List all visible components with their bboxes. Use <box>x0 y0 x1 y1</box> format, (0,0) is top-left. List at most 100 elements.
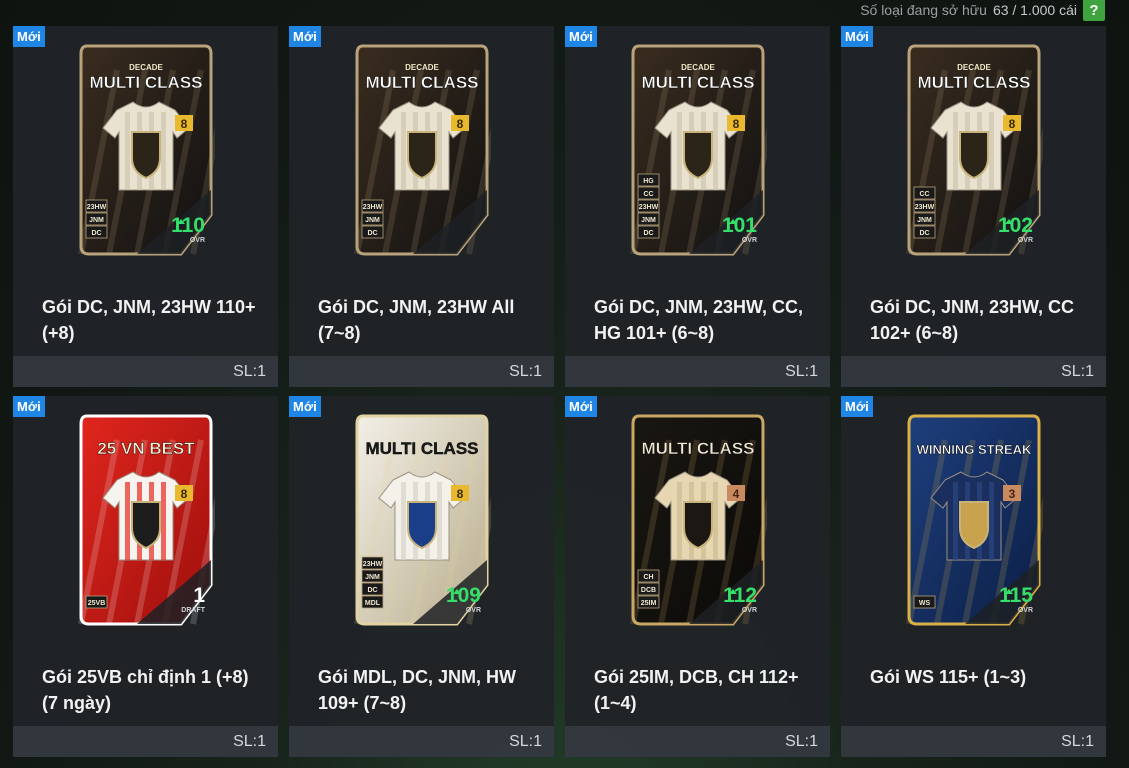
new-badge: Mới <box>841 26 873 47</box>
pack-footer: SL:1 <box>565 726 830 757</box>
card-rating-label: OVR <box>190 237 205 244</box>
card-tag: JNM <box>89 217 104 224</box>
pack-card-image: 25 VN BEST 8 25VB 1 DRAFT <box>77 410 215 630</box>
card-tag: 23HW <box>363 204 383 211</box>
card-tag: JNM <box>365 217 380 224</box>
new-badge: Mới <box>13 26 45 47</box>
pack-card[interactable]: Mới WINNING STREAK 3 WS 115 OVR Gói WS 115+ … <box>841 396 1106 757</box>
pack-name: Gói DC, JNM, 23HW, CC, HG 101+ (6~8) <box>594 297 804 343</box>
card-tag: JNM <box>641 217 656 224</box>
pack-footer: SL:1 <box>289 726 554 757</box>
card-tag: CC <box>919 191 929 198</box>
card-tag: MDL <box>365 600 381 607</box>
card-grade: 8 <box>181 487 188 501</box>
card-rating-label: OVR <box>742 237 757 244</box>
pack-quantity: SL:1 <box>785 363 818 380</box>
card-rating: 110 <box>171 214 205 237</box>
pack-quantity: SL:1 <box>509 733 542 750</box>
pack-name: Gói DC, JNM, 23HW, CC 102+ (6~8) <box>870 297 1075 343</box>
card-tag: DC <box>367 587 377 594</box>
card-grade: 8 <box>457 487 464 501</box>
pack-footer: SL:1 <box>289 356 554 387</box>
pack-card-art: MULTI CLASS 8 23HW JNM DC MDL 109OVR <box>354 414 491 626</box>
pack-card[interactable]: Mới 25 VN BEST 8 25VB 1 DRAFT Gói 25VB chỉ đ… <box>13 396 278 757</box>
card-tag: 25IM <box>641 600 657 607</box>
card-top-label: DECADE <box>681 63 715 72</box>
card-grade: 8 <box>733 117 740 131</box>
card-tag: 25VB <box>88 600 106 607</box>
pack-quantity: SL:1 <box>785 733 818 750</box>
card-rating-label: OVR <box>466 607 481 614</box>
card-title: MULTI CLASS <box>641 73 754 92</box>
pack-card-art: MULTI CLASS 4 CH DCB 25IM 112OVR <box>630 414 767 626</box>
pack-card[interactable]: Mới DECADE MULTI CLASS 8 HG CC 23HW JNM DC 101 OV… <box>565 26 830 387</box>
card-tag: JNM <box>917 217 932 224</box>
card-tag: 23HW <box>87 204 107 211</box>
new-badge: Mới <box>13 396 45 417</box>
card-rating-label: DRAFT <box>181 607 205 614</box>
pack-name: Gói DC, JNM, 23HW 110+ (+8) <box>42 297 256 343</box>
owned-counter: Số loại đang sở hữu 63 / 1.000 cái ? <box>860 0 1105 21</box>
pack-card-image: DECADE MULTI CLASS 8 23HW JNM DC 110 OVR <box>77 40 215 260</box>
card-title: MULTI CLASS <box>89 73 202 92</box>
pack-card-art: DECADEMULTI CLASS 8 HG CC 23HW JNM DC 101OVR <box>630 44 767 256</box>
pack-name: Gói 25IM, DCB, CH 112+ (1~4) <box>594 667 799 713</box>
pack-footer: SL:1 <box>565 356 830 387</box>
card-tag: DC <box>91 230 101 237</box>
help-button[interactable]: ? <box>1083 0 1105 21</box>
owned-label: Số loại đang sở hữu <box>860 2 987 18</box>
pack-card-image: MULTI CLASS 4 CH DCB 25IM 112 OVR <box>629 410 767 630</box>
new-badge: Mới <box>289 26 321 47</box>
card-tag: DCB <box>641 587 656 594</box>
card-tag: DC <box>643 230 653 237</box>
pack-quantity: SL:1 <box>233 363 266 380</box>
card-grade: 8 <box>1009 117 1016 131</box>
pack-card[interactable]: Mới DECADE MULTI CLASS 8 23HW JNM DC Gói DC, … <box>289 26 554 387</box>
pack-footer: SL:1 <box>13 356 278 387</box>
pack-name: Gói WS 115+ (1~3) <box>870 667 1027 687</box>
new-badge: Mới <box>841 396 873 417</box>
new-badge: Mới <box>565 26 597 47</box>
pack-footer: SL:1 <box>13 726 278 757</box>
card-tag: CC <box>643 191 653 198</box>
pack-card[interactable]: Mới MULTI CLASS 4 CH DCB 25IM 112 OVR Gói 25IM… <box>565 396 830 757</box>
card-tag: HG <box>643 178 654 185</box>
pack-quantity: SL:1 <box>509 363 542 380</box>
pack-footer: SL:1 <box>841 726 1106 757</box>
card-rating: 112 <box>723 584 757 607</box>
pack-card-image: DECADE MULTI CLASS 8 CC 23HW JNM DC 102 OVR <box>905 40 1043 260</box>
card-rating: 1 <box>193 584 205 607</box>
owned-count: 63 / 1.000 cái <box>992 2 1077 18</box>
card-rating-label: OVR <box>1018 237 1033 244</box>
card-grade: 3 <box>1009 487 1016 501</box>
pack-card-art: DECADEMULTI CLASS 8 23HW JNM DC <box>354 44 491 256</box>
card-title: MULTI CLASS <box>917 73 1030 92</box>
new-badge: Mới <box>565 396 597 417</box>
pack-quantity: SL:1 <box>233 733 266 750</box>
pack-card[interactable]: Mới MULTI CLASS 8 23HW JNM DC MDL 109 OVR Gói M… <box>289 396 554 757</box>
pack-footer: SL:1 <box>841 356 1106 387</box>
card-grade: 8 <box>181 117 188 131</box>
card-tag: JNM <box>365 574 380 581</box>
card-tag: 23HW <box>915 204 935 211</box>
card-rating: 115 <box>999 584 1033 607</box>
card-top-label: DECADE <box>129 63 163 72</box>
card-rating: 101 <box>722 214 757 237</box>
pack-card[interactable]: Mới DECADE MULTI CLASS 8 CC 23HW JNM DC 102 OVR … <box>841 26 1106 387</box>
pack-name: Gói 25VB chỉ định 1 (+8) (7 ngày) <box>42 667 249 713</box>
card-rating-label: OVR <box>1018 607 1033 614</box>
card-rating-label: OVR <box>742 607 757 614</box>
pack-card-image: DECADE MULTI CLASS 8 HG CC 23HW JNM DC 101 OVR <box>629 40 767 260</box>
card-title: WINNING STREAK <box>917 442 1032 457</box>
card-tag: DC <box>919 230 929 237</box>
pack-quantity: SL:1 <box>1061 363 1094 380</box>
pack-card[interactable]: Mới DECADE MULTI CLASS 8 23HW JNM DC 110 OVR Gó… <box>13 26 278 387</box>
card-rating: 109 <box>446 584 481 607</box>
card-top-label: DECADE <box>405 63 439 72</box>
pack-card-image: DECADE MULTI CLASS 8 23HW JNM DC <box>353 40 491 260</box>
pack-card-art: DECADEMULTI CLASS 8 23HW JNM DC 110OVR <box>78 44 215 256</box>
card-title: MULTI CLASS <box>641 439 754 458</box>
pack-card-art: 25 VN BEST 8 25VB 1DRAFT <box>78 414 215 626</box>
pack-card-image: MULTI CLASS 8 23HW JNM DC MDL 109 OVR <box>353 410 491 630</box>
card-rating: 102 <box>998 214 1033 237</box>
